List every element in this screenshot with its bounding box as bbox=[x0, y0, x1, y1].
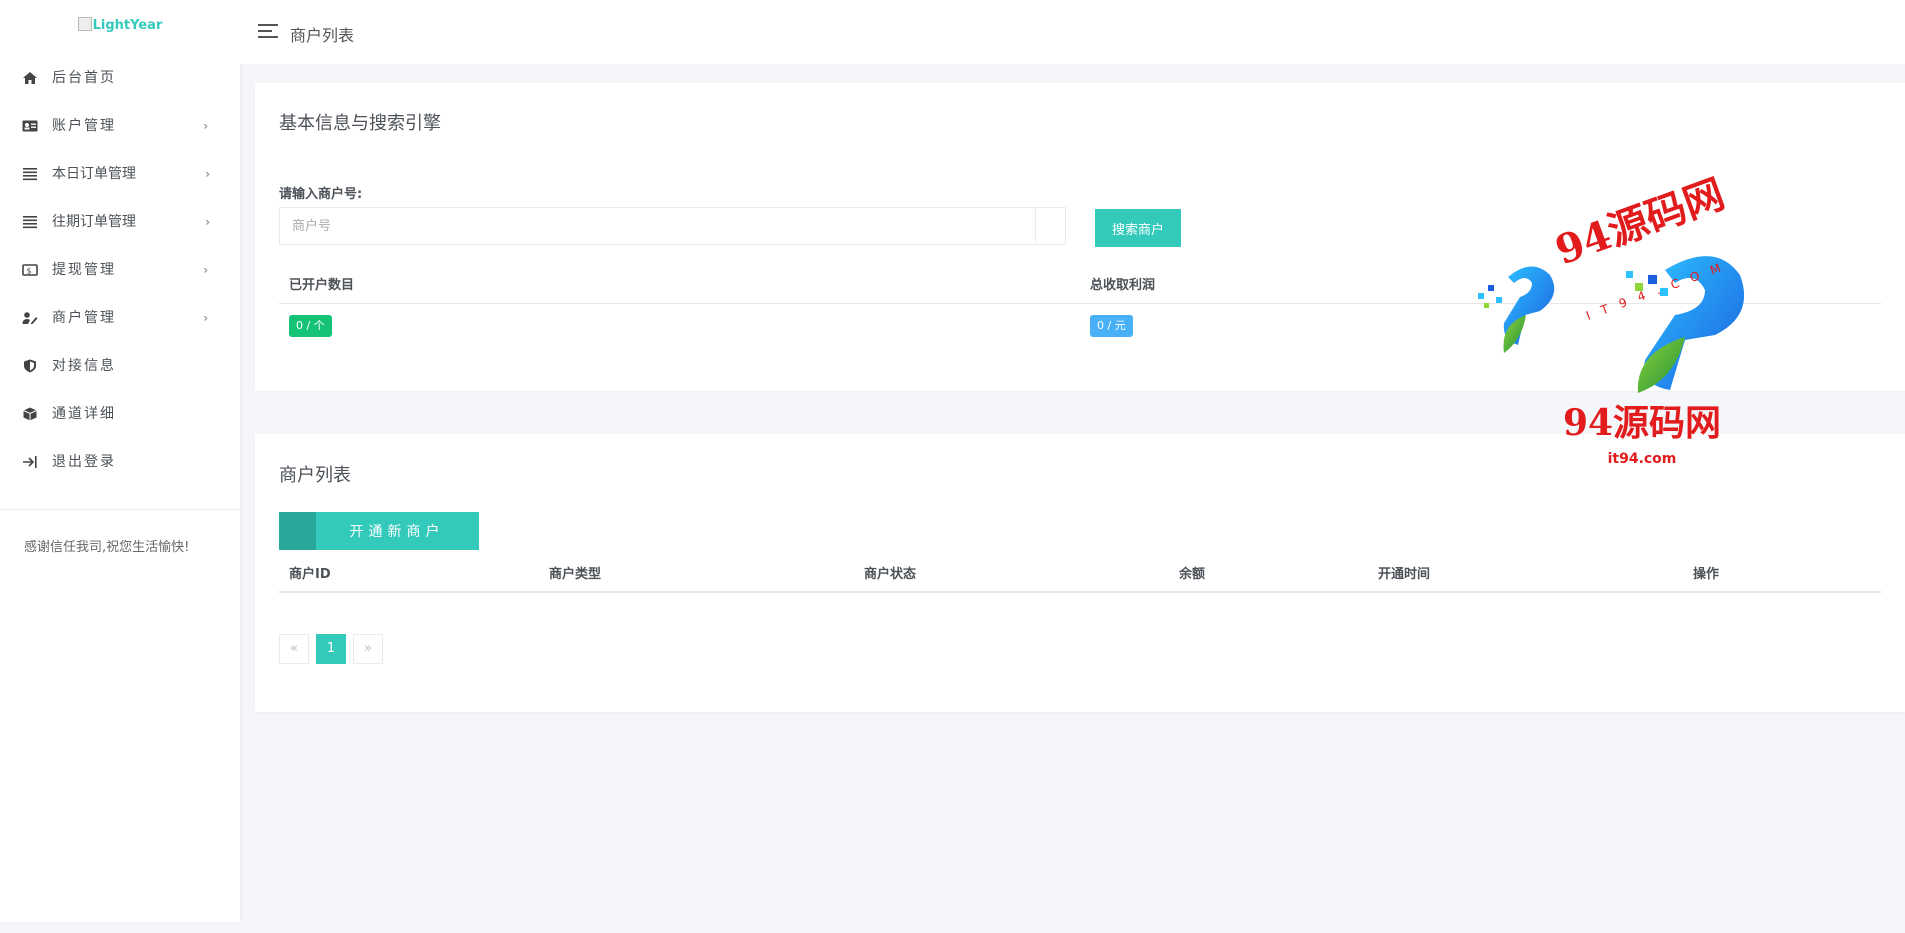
pagination: « 1 » bbox=[279, 634, 390, 664]
sidebar-item-label: 退出登录 bbox=[52, 454, 116, 470]
open-new-merchant-button[interactable]: 开通新商户 bbox=[279, 512, 479, 550]
chevron-right-icon: › bbox=[203, 119, 210, 133]
chevron-right-icon: › bbox=[203, 311, 210, 325]
table-header-divider bbox=[279, 591, 1881, 593]
topbar: 商户列表 bbox=[240, 0, 1905, 64]
shield-icon bbox=[24, 359, 36, 373]
sidebar-divider bbox=[0, 509, 240, 510]
search-input-group bbox=[279, 207, 1066, 245]
sidebar-item-dashboard[interactable]: 后台首页 bbox=[0, 54, 240, 102]
column-header-merchant-type: 商户类型 bbox=[549, 567, 602, 582]
sidebar-item-label: 后台首页 bbox=[52, 70, 116, 86]
watermark-brand-bottom: 94源码网 bbox=[1563, 402, 1721, 444]
chevron-right-icon: › bbox=[205, 215, 210, 229]
sidebar-item-label: 对接信息 bbox=[52, 358, 116, 374]
sidebar-item-label: 通道详细 bbox=[52, 406, 116, 422]
stat-profit-badge: 0 / 元 bbox=[1090, 315, 1133, 337]
watermark-logo: 94源码网 IT94.COM 94源码网 it94.com bbox=[1478, 170, 1745, 467]
stat-accounts-label: 已开户数目 bbox=[289, 278, 355, 293]
logo[interactable]: LightYear bbox=[0, 0, 240, 54]
pagination-prev[interactable]: « bbox=[279, 634, 309, 664]
user-edit-icon bbox=[22, 312, 38, 324]
id-card-icon bbox=[22, 120, 38, 132]
watermark-domain: it94.com bbox=[1608, 451, 1677, 467]
search-merchant-button[interactable]: 搜索商户 bbox=[1095, 209, 1181, 247]
logout-icon bbox=[23, 456, 37, 468]
sidebar-note: 感谢信任我司,祝您生活愉快! bbox=[24, 540, 190, 555]
logo-alt-text: LightYear bbox=[92, 18, 163, 33]
info-card-title: 基本信息与搜索引擎 bbox=[279, 113, 441, 134]
column-header-merchant-id: 商户ID bbox=[289, 567, 331, 582]
page-title: 商户列表 bbox=[290, 26, 355, 45]
sidebar-item-merchants[interactable]: 商户管理 › bbox=[0, 294, 240, 342]
column-header-open-time: 开通时间 bbox=[1378, 567, 1431, 582]
stat-profit-label: 总收取利润 bbox=[1090, 278, 1156, 293]
button-accent bbox=[279, 512, 316, 550]
sidebar-item-label: 本日订单管理 bbox=[52, 166, 136, 182]
sidebar-item-label: 账户管理 bbox=[52, 118, 116, 134]
column-header-actions: 操作 bbox=[1693, 567, 1720, 582]
pagination-next[interactable]: » bbox=[353, 634, 383, 664]
svg-text:$: $ bbox=[26, 267, 33, 276]
sidebar-item-logout[interactable]: 退出登录 bbox=[0, 438, 240, 486]
open-new-merchant-label: 开通新商户 bbox=[349, 524, 445, 540]
pagination-page-1[interactable]: 1 bbox=[316, 634, 346, 664]
sidebar-item-integration[interactable]: 对接信息 bbox=[0, 342, 240, 390]
chevron-right-icon: › bbox=[205, 167, 210, 181]
sidebar-item-channels[interactable]: 通道详细 bbox=[0, 390, 240, 438]
list-icon bbox=[23, 216, 37, 229]
menu-toggle-icon[interactable] bbox=[258, 24, 278, 39]
sidebar-item-label: 提现管理 bbox=[52, 262, 116, 278]
search-label: 请输入商户号: bbox=[279, 187, 363, 202]
sidebar-item-label: 商户管理 bbox=[52, 310, 116, 326]
sidebar: LightYear 后台首页 账户管理 › 本日订单管理 › 往期订单管理 › … bbox=[0, 0, 240, 922]
stat-accounts-badge: 0 / 个 bbox=[289, 315, 332, 337]
sidebar-item-today-orders[interactable]: 本日订单管理 › bbox=[0, 150, 240, 198]
sidebar-item-label: 往期订单管理 bbox=[52, 214, 136, 230]
column-header-merchant-status: 商户状态 bbox=[864, 567, 917, 582]
cube-icon bbox=[23, 407, 37, 421]
broken-image-icon bbox=[77, 17, 92, 31]
list-icon bbox=[23, 168, 37, 181]
merchant-list-title: 商户列表 bbox=[279, 465, 351, 486]
sidebar-item-withdraw[interactable]: $ 提现管理 › bbox=[0, 246, 240, 294]
merchant-search-input[interactable] bbox=[280, 208, 1036, 244]
chevron-right-icon: › bbox=[203, 263, 210, 277]
home-icon bbox=[23, 72, 37, 84]
sidebar-item-account[interactable]: 账户管理 › bbox=[0, 102, 240, 150]
sidebar-item-past-orders[interactable]: 往期订单管理 › bbox=[0, 198, 240, 246]
merchant-list-card: 商户列表 开通新商户 商户ID 商户类型 商户状态 余额 开通时间 操作 « 1… bbox=[255, 434, 1905, 712]
column-header-balance: 余额 bbox=[1179, 567, 1206, 582]
money-icon: $ bbox=[22, 264, 38, 276]
